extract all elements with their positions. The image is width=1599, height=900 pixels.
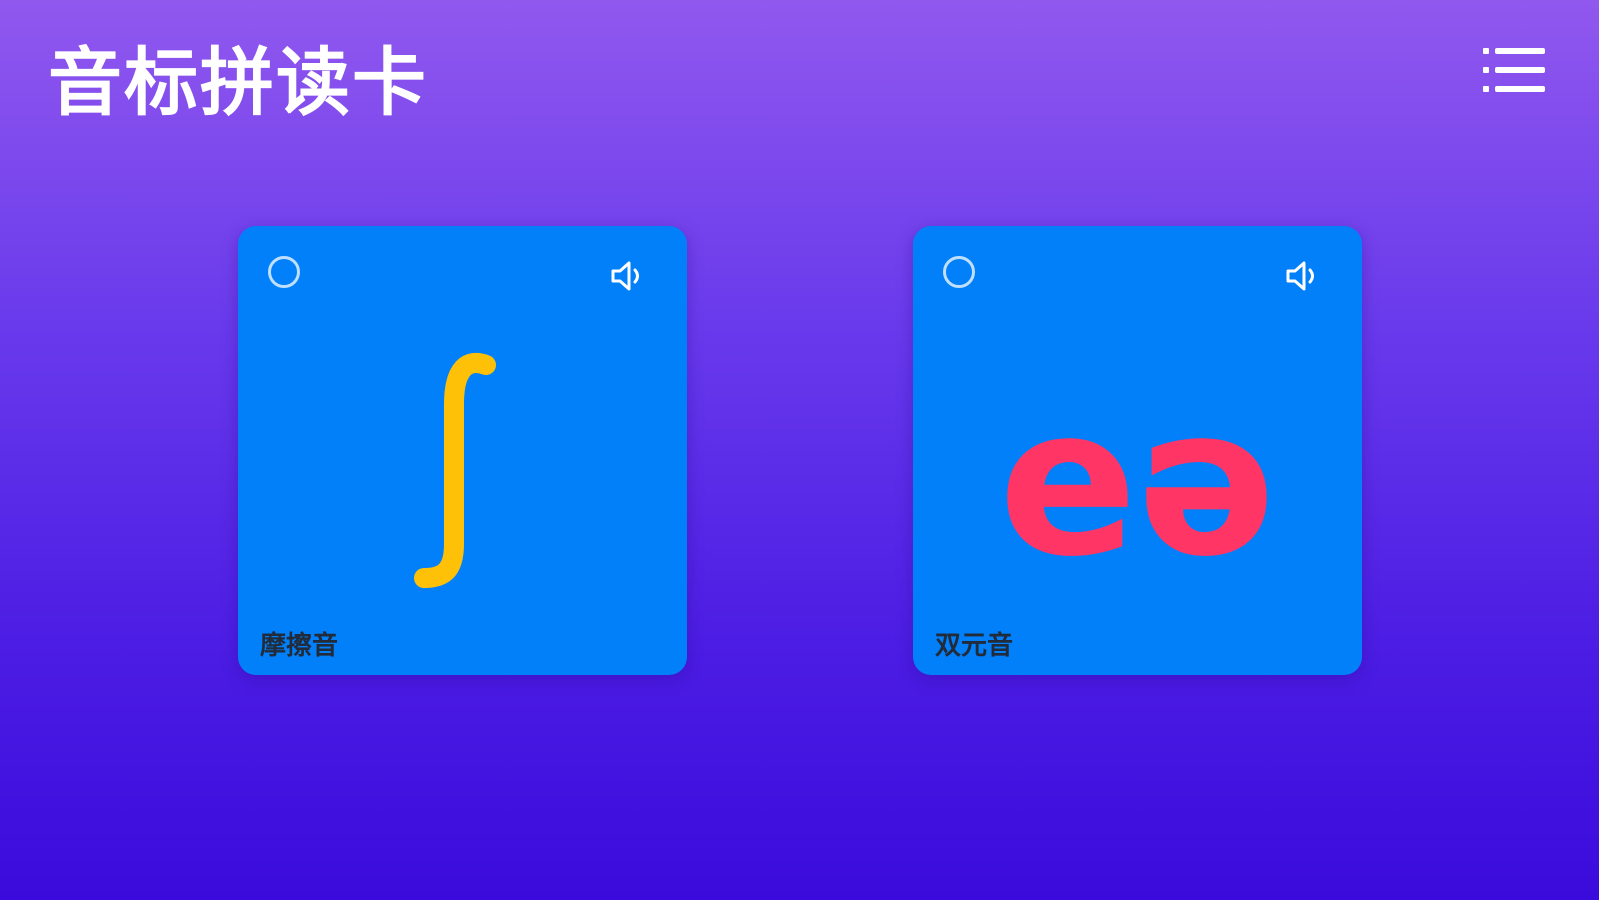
phoneme-card[interactable]: ʃ 摩擦音	[238, 226, 687, 675]
phoneme-symbol: eə	[998, 364, 1277, 602]
speaker-icon	[1286, 261, 1314, 291]
circle-outline-icon[interactable]	[943, 256, 975, 288]
category-label: 双元音	[935, 631, 1014, 661]
list-menu-icon	[1483, 48, 1545, 92]
category-label: 摩擦音	[260, 631, 339, 661]
phoneme-card[interactable]: eə 双元音	[913, 226, 1362, 675]
page-title: 音标拼读卡	[48, 40, 428, 126]
phoneme-symbol-graphic	[414, 352, 496, 588]
play-sound-button[interactable]	[1284, 256, 1324, 296]
menu-button[interactable]	[1483, 46, 1547, 94]
